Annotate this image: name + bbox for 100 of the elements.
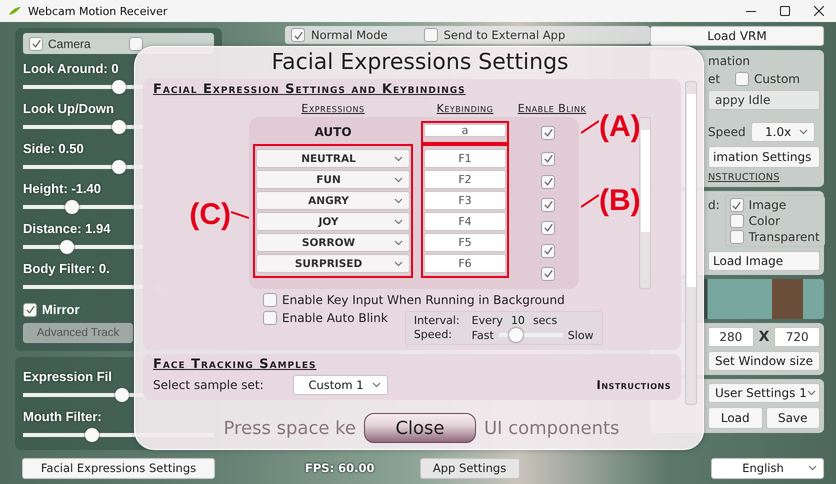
expression-label: AUTO [313,124,353,141]
settings-dropdown[interactable]: User Settings 1 [708,383,820,403]
times-label: X [758,329,770,345]
checkbox[interactable] [23,302,37,316]
checkbox-label: Custom [754,72,800,86]
expression-dropdown[interactable]: FUN [256,170,410,189]
annotation-label: (A) [599,111,641,143]
expression-dropdown[interactable]: SORROW [256,233,410,252]
key-field[interactable]: a [424,124,506,137]
annotation-label: (C) [189,198,231,230]
section-heading: Facial Expression Settings and Keybindings [153,82,466,97]
slider-thumb[interactable] [112,160,126,174]
checkbox-label: Transparent [748,230,820,244]
facial-expressions-button[interactable]: Facial Expressions Settings [22,458,215,478]
checkbox[interactable] [541,220,555,234]
hint-text: UI components [484,418,620,438]
expression-dropdown[interactable]: NEUTRAL [256,149,410,168]
app-settings-button[interactable]: App Settings [420,458,520,478]
fps-label: FPS: 60.00 [305,461,375,475]
column-header: Enable Blink [518,102,586,115]
slider-label: Height: -1.40 [23,181,102,196]
speed-dropdown[interactable]: 1.0x [750,122,815,142]
expression-dropdown[interactable]: ANGRY [256,191,410,210]
dialog-title: Facial Expressions Settings [271,49,569,77]
checkbox[interactable] [541,266,555,280]
checkbox[interactable] [730,230,744,244]
chevron-icon [394,156,403,162]
animation-settings-button[interactable]: imation Settings [708,146,820,168]
key-field[interactable]: F3 [424,191,506,210]
language-dropdown[interactable]: English [711,458,824,478]
slider-thumb[interactable] [508,328,523,342]
height-field[interactable]: 720 [774,327,820,347]
checkbox-label: Color [748,214,780,228]
checkbox[interactable] [263,311,277,325]
slider-thumb[interactable] [65,200,80,214]
expression-dropdown[interactable]: JOY [256,212,410,231]
scrollbar[interactable] [685,81,697,405]
slider-label: Body Filter: 0. [23,261,110,276]
checkbox[interactable] [541,198,555,212]
checkbox-label: Image [748,198,786,212]
load-image-button[interactable]: Load Image [708,251,820,271]
checkbox[interactable] [541,174,555,188]
checkbox[interactable] [541,126,555,140]
slider-label: Look Around: 0 [23,61,119,76]
key-field[interactable]: F4 [424,212,506,231]
expression-dropdown[interactable]: SURPRISED [256,254,410,273]
slider-label: Distance: 1.94 [23,221,110,236]
chevron-icon [394,260,403,266]
checkbox-label: Normal Mode [311,28,388,42]
column-header: Keybinding [436,102,494,115]
checkbox[interactable] [730,214,744,228]
key-field[interactable]: F5 [424,233,506,252]
chevron-icon [806,390,816,396]
checkbox[interactable] [541,244,555,258]
background-label: d: [708,198,720,212]
close-button[interactable]: Close [364,413,476,443]
slider-thumb[interactable] [115,388,130,402]
slider-thumb[interactable] [112,120,126,134]
checkbox[interactable] [263,293,277,307]
slow-label: Slow [568,328,594,342]
unit-label: secs [532,314,558,327]
width-field[interactable]: 280 [708,327,754,347]
close-icon[interactable] [814,6,824,16]
load-button[interactable]: Load [708,407,762,429]
slider-thumb[interactable] [84,428,99,442]
hint-text: Press space ke [222,418,356,438]
interval-field[interactable]: 10 [508,314,528,327]
slider-label: Mouth Filter: [23,409,102,424]
checkbox[interactable] [29,36,43,50]
save-button[interactable]: Save [766,407,820,429]
slider-thumb[interactable] [112,80,126,94]
animation-field[interactable]: appy Idle [708,90,820,110]
key-field[interactable]: F1 [424,149,506,168]
sample-set-dropdown[interactable]: Custom 1 [293,375,388,395]
instructions-link[interactable]: Instructions [596,378,671,392]
checkbox[interactable] [291,28,305,42]
key-field[interactable]: F6 [424,254,506,273]
checkbox[interactable] [129,36,143,50]
checkbox[interactable] [730,198,744,212]
checkbox-label: Send to External App [444,28,566,42]
maximize-icon[interactable] [780,6,790,16]
slider-label: Side: 0.50 [23,141,84,156]
load-vrm-button[interactable]: Load VRM [650,26,824,46]
set-window-size-button[interactable]: Set Window size [708,351,820,371]
speed-label: Speed: [414,328,454,342]
speed-label: Speed [708,125,746,139]
checkbox-label: Enable Key Input When Running in Background [282,293,565,307]
slider-thumb[interactable] [60,240,74,254]
every-label: Every [472,314,503,327]
scrollbar[interactable] [639,117,651,289]
checkbox[interactable] [424,28,438,42]
instructions-link[interactable]: NSTRUCTIONS [708,172,820,183]
section-heading: Face Tracking Samples [153,357,317,372]
key-field[interactable]: F2 [424,170,506,189]
chevron-icon [394,176,403,182]
checkbox[interactable] [735,72,749,86]
chevron-icon [394,218,403,224]
chevron-icon [798,129,808,135]
checkbox[interactable] [541,152,555,166]
chevron-icon [394,240,403,246]
